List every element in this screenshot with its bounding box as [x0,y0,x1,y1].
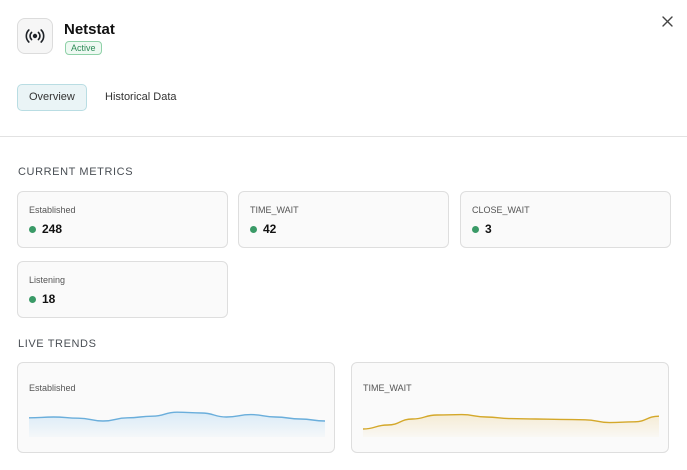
metric-card-listening: Listening 18 [17,261,228,318]
status-dot [472,225,479,233]
status-badge: Active [65,41,102,55]
metric-value: 18 [42,292,56,306]
header-divider [0,136,687,137]
sparkline-established [29,411,325,437]
metric-value: 248 [42,222,63,236]
live-trends-heading: LIVE TRENDS [18,338,97,350]
metric-label: CLOSE_WAIT [472,205,530,215]
metric-card-time-wait: TIME_WAIT 42 [238,191,449,248]
broadcast-icon [17,18,53,54]
sparkline-area [29,412,325,437]
trend-label: TIME_WAIT [363,383,412,393]
status-dot [250,225,257,233]
metric-value: 3 [485,222,492,236]
metric-label: Listening [29,275,66,285]
tab-overview[interactable]: Overview [17,84,87,111]
trend-card-established: Established [17,362,335,453]
status-dot [29,225,36,233]
current-metrics-heading: CURRENT METRICS [18,166,134,178]
sparkline-time-wait [363,413,659,437]
tab-historical-data[interactable]: Historical Data [93,84,189,111]
modal-header: Netstat Active Overview Historical Data [0,0,687,137]
metric-value: 42 [263,222,277,236]
close-icon[interactable] [658,12,676,30]
trend-card-time-wait: TIME_WAIT [351,362,669,453]
page-title: Netstat [64,21,115,38]
metric-card-established: Established 248 [17,191,228,248]
metric-label: Established [29,205,76,215]
status-dot [29,295,36,303]
metric-label: TIME_WAIT [250,205,299,215]
metric-card-close-wait: CLOSE_WAIT 3 [460,191,671,248]
trend-label: Established [29,383,76,393]
